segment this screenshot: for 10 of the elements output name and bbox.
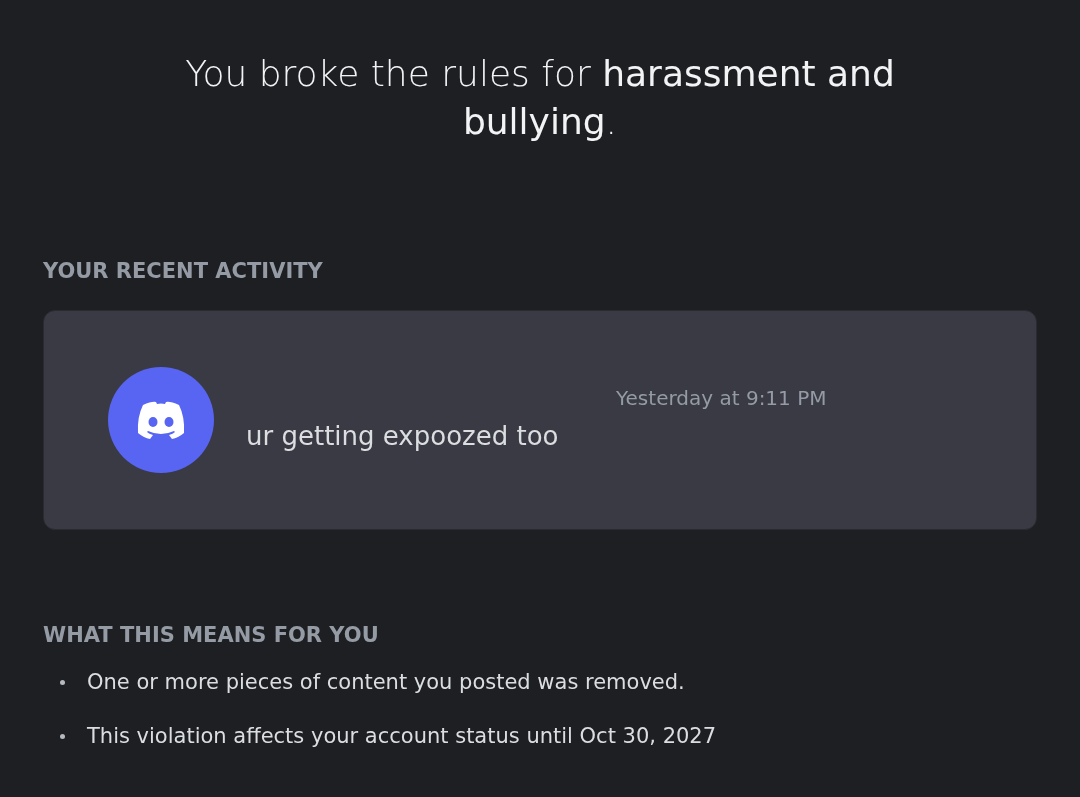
list-text: One or more pieces of content you posted was removed. (87, 669, 685, 696)
message-text: ur getting expoozed too (246, 420, 560, 453)
section-title: YOUR RECENT ACTIVITY (43, 258, 324, 285)
section-title: WHAT THIS MEANS FOR YOU (43, 621, 380, 649)
bullet-icon (60, 680, 65, 686)
avatar-icon (108, 366, 214, 473)
list-text: This violation affects your account status until Oct 30, 2027 (87, 722, 717, 750)
bullet-icon (60, 733, 65, 739)
heading: You broke the rules for harassment and bullying. (184, 52, 896, 144)
timestamp: Yesterday at 9:11 PM (616, 385, 827, 412)
